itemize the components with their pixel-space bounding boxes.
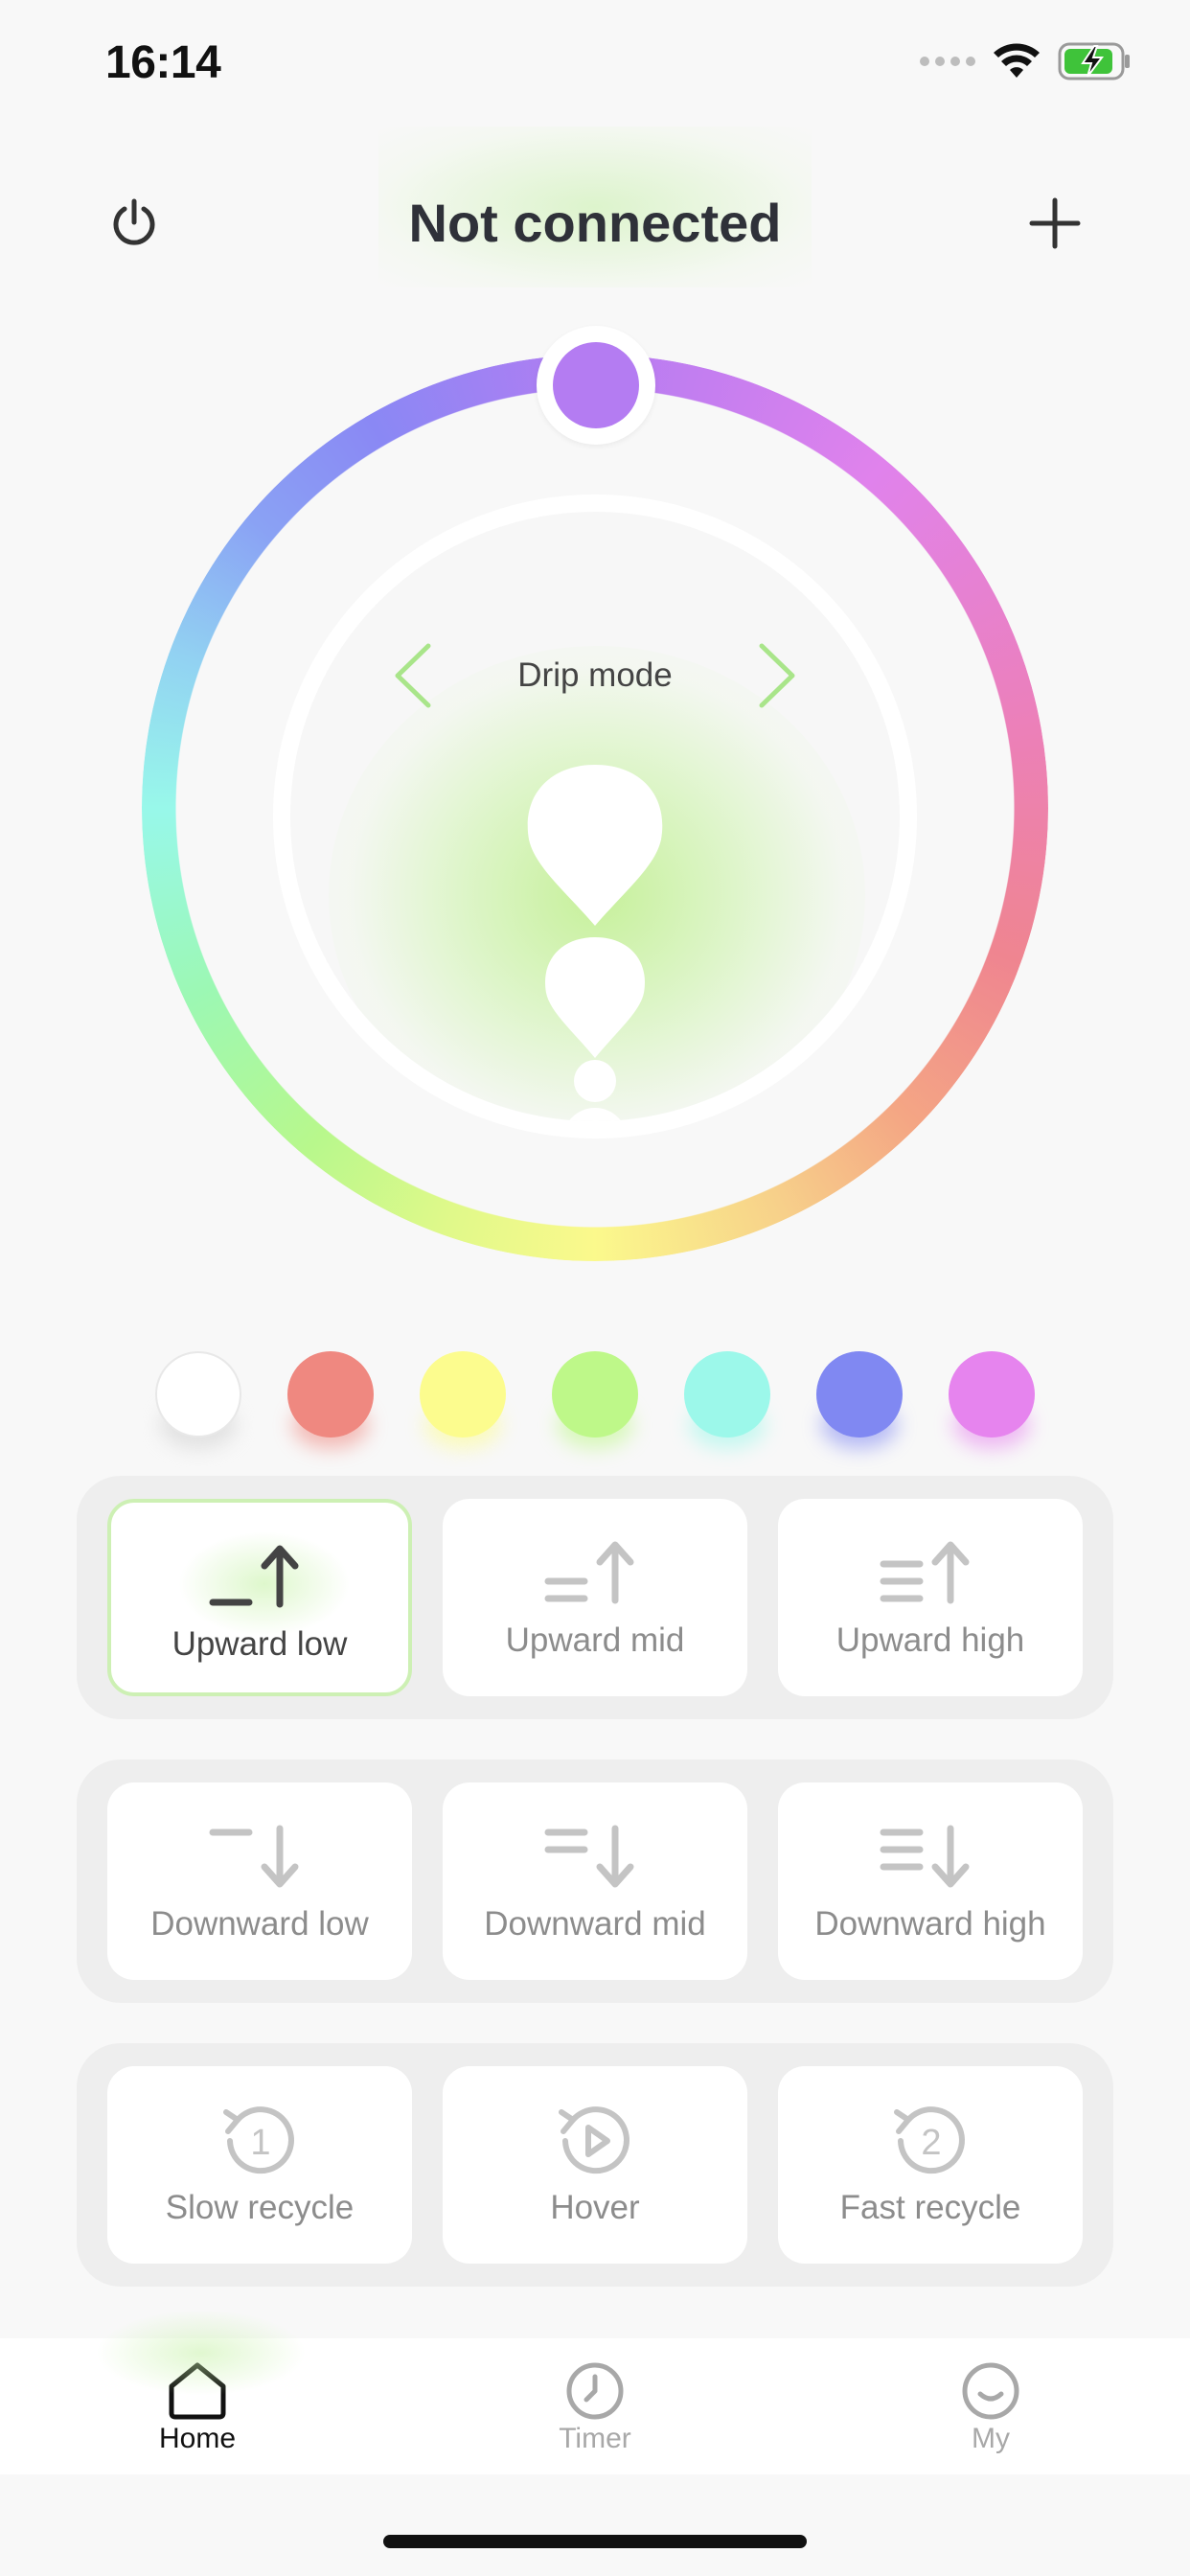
tab-timer[interactable]: Timer <box>499 2361 691 2455</box>
recycle-modes-group: 1 Slow recycle Hover 2 Fast recycle <box>77 2043 1113 2287</box>
mode-button-upward-high[interactable]: Upward high <box>778 1499 1083 1696</box>
color-swatch-cyan[interactable] <box>684 1351 770 1438</box>
mode-button-label: Downward mid <box>484 1905 706 1943</box>
mode-icon-wrap <box>552 2104 638 2177</box>
downward-modes-group: Downward low Downward mid Downward high <box>77 1760 1113 2003</box>
mode-button-upward-mid[interactable]: Upward mid <box>443 1499 747 1696</box>
mode-button-downward-high[interactable]: Downward high <box>778 1782 1083 1980</box>
mode-button-label: Fast recycle <box>839 2189 1021 2226</box>
upward-high-icon <box>880 1541 970 1604</box>
signal-dots-icon <box>920 57 975 66</box>
mode-button-label: Upward mid <box>505 1622 685 1659</box>
chevron-right-icon <box>759 643 795 708</box>
smile-icon <box>962 2362 1019 2420</box>
clock-icon <box>566 2362 624 2420</box>
mode-button-recycle-two[interactable]: 2 Fast recycle <box>778 2066 1083 2264</box>
battery-charging-icon <box>1058 42 1130 80</box>
mode-button-downward-low[interactable]: Downward low <box>107 1782 412 1980</box>
upward-modes-group: Upward low Upward mid Upward high <box>77 1476 1113 1719</box>
chevron-left-icon <box>395 643 431 708</box>
recycle-one-icon: 1 <box>223 2106 294 2174</box>
color-swatch-blue[interactable] <box>816 1351 903 1438</box>
wifi-icon <box>994 43 1040 78</box>
add-device-button[interactable] <box>1027 196 1083 251</box>
hover-play-icon <box>559 2106 629 2174</box>
tab-my-label: My <box>972 2423 1010 2454</box>
color-swatch-magenta[interactable] <box>949 1351 1035 1438</box>
recycle-two-icon: 2 <box>894 2106 965 2174</box>
mode-button-label: Hover <box>550 2189 640 2226</box>
tab-home-label: Home <box>158 2423 237 2454</box>
svg-text:2: 2 <box>921 2123 941 2163</box>
downward-mid-icon <box>544 1825 634 1888</box>
mode-icon-wrap <box>207 1541 312 1614</box>
color-swatch-red[interactable] <box>287 1351 374 1438</box>
next-mode-button[interactable] <box>753 640 801 711</box>
home-indicator[interactable] <box>383 2535 807 2548</box>
mode-icon-wrap <box>878 1537 983 1610</box>
color-swatches <box>155 1351 1035 1466</box>
color-wheel-knob[interactable] <box>537 326 655 445</box>
mode-label: Drip mode <box>517 656 673 694</box>
upward-low-icon <box>209 1545 299 1608</box>
mode-button-upward-low[interactable]: Upward low <box>107 1499 412 1696</box>
home-tab-glow <box>96 2310 307 2396</box>
svg-text:1: 1 <box>250 2123 270 2163</box>
status-time: 16:14 <box>105 37 221 88</box>
color-swatch-white[interactable] <box>155 1351 241 1438</box>
mode-icon-wrap: 2 <box>887 2104 973 2177</box>
mode-preview-disc <box>273 494 917 1138</box>
mode-button-downward-mid[interactable]: Downward mid <box>443 1782 747 1980</box>
downward-high-icon <box>880 1825 970 1888</box>
mode-button-label: Downward high <box>814 1905 1046 1943</box>
mode-button-label: Downward low <box>150 1905 369 1943</box>
mode-icon-wrap <box>207 1821 312 1894</box>
tab-my[interactable]: My <box>895 2361 1087 2455</box>
upward-mid-icon <box>544 1541 634 1604</box>
drip-drops-icon <box>527 765 663 1121</box>
connection-status-title: Not connected <box>408 193 782 253</box>
downward-low-icon <box>209 1825 299 1888</box>
mode-icon-wrap <box>878 1821 983 1894</box>
selected-color-dot <box>553 342 639 428</box>
mode-button-recycle-one[interactable]: 1 Slow recycle <box>107 2066 412 2264</box>
tab-timer-label: Timer <box>559 2423 631 2454</box>
plus-icon <box>1029 197 1081 249</box>
status-icons <box>920 42 1133 80</box>
mode-button-hover-play[interactable]: Hover <box>443 2066 747 2264</box>
mode-button-label: Slow recycle <box>165 2189 355 2226</box>
mode-button-label: Upward high <box>835 1622 1025 1659</box>
prev-mode-button[interactable] <box>389 640 437 711</box>
color-swatch-green[interactable] <box>552 1351 638 1438</box>
mode-icon-wrap <box>542 1537 648 1610</box>
mode-button-label: Upward low <box>172 1625 348 1663</box>
mode-icon-wrap <box>542 1821 648 1894</box>
mode-icon-wrap: 1 <box>217 2104 303 2177</box>
color-swatch-yellow[interactable] <box>420 1351 506 1438</box>
